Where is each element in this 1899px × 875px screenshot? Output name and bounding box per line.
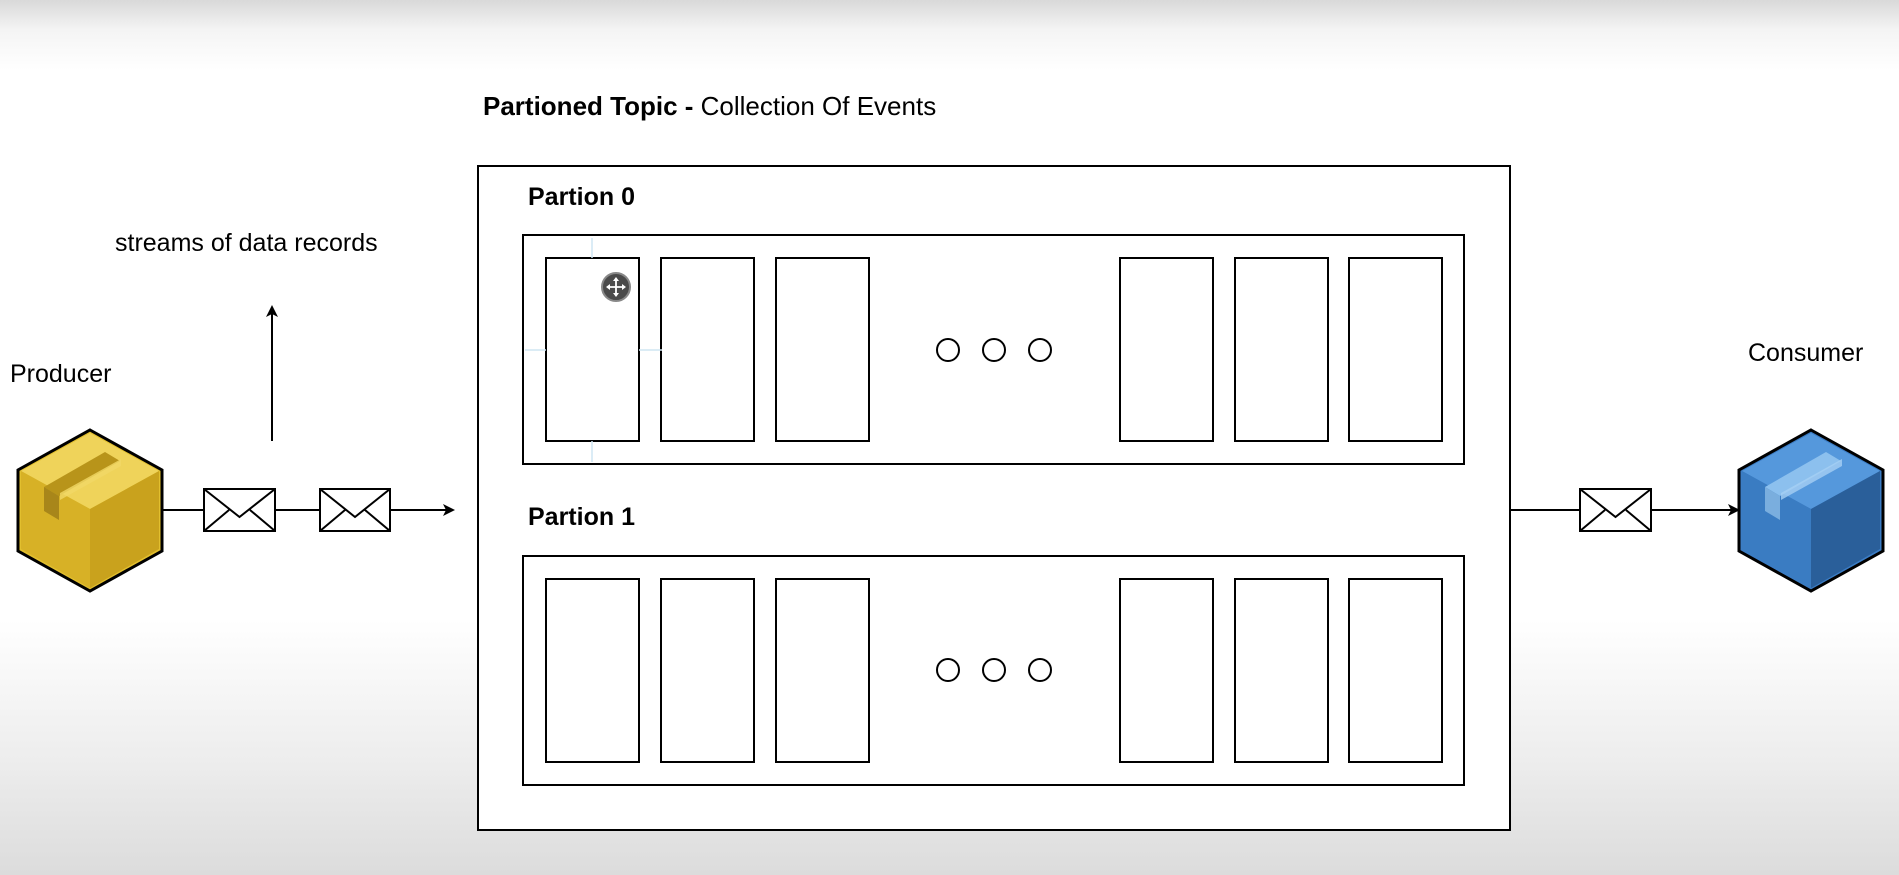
stream-label: streams of data records bbox=[115, 229, 378, 257]
envelope-icon bbox=[1579, 488, 1652, 532]
producer-package-box-icon bbox=[16, 428, 164, 593]
ellipsis-dot bbox=[936, 338, 960, 362]
partition-1-ellipsis bbox=[936, 658, 1052, 682]
topic-title-bold: Partioned Topic bbox=[483, 91, 678, 121]
consumer-package-box-icon bbox=[1737, 428, 1885, 593]
move-cursor-icon[interactable] bbox=[601, 272, 631, 302]
record-slot bbox=[1348, 578, 1443, 763]
partition-1-label: Partion 1 bbox=[528, 503, 635, 531]
envelope-icon bbox=[319, 488, 391, 532]
envelope-icon bbox=[203, 488, 276, 532]
ellipsis-dot bbox=[936, 658, 960, 682]
partition-0-label: Partion 0 bbox=[528, 183, 635, 211]
diagram-graphics bbox=[16, 165, 1885, 831]
record-slot bbox=[1234, 257, 1329, 442]
record-slot bbox=[545, 578, 640, 763]
ellipsis-dot bbox=[982, 658, 1006, 682]
topic-title-separator: - bbox=[677, 91, 701, 121]
record-slot bbox=[775, 257, 870, 442]
ellipsis-dot bbox=[982, 338, 1006, 362]
record-slot bbox=[660, 257, 755, 442]
producer-label: Producer bbox=[10, 360, 112, 388]
consumer-label: Consumer bbox=[1748, 339, 1864, 367]
partition-0-ellipsis bbox=[936, 338, 1052, 362]
record-slot bbox=[1234, 578, 1329, 763]
record-slot bbox=[1348, 257, 1443, 442]
topic-title: Partioned Topic - Collection Of Events bbox=[483, 91, 936, 122]
record-slot bbox=[1119, 578, 1214, 763]
record-slot bbox=[775, 578, 870, 763]
record-slot bbox=[1119, 257, 1214, 442]
kafka-topic-diagram: Partioned Topic - Collection Of Events s… bbox=[0, 0, 1899, 875]
record-slot bbox=[660, 578, 755, 763]
ellipsis-dot bbox=[1028, 658, 1052, 682]
topic-title-rest: Collection Of Events bbox=[700, 91, 937, 121]
ellipsis-dot bbox=[1028, 338, 1052, 362]
